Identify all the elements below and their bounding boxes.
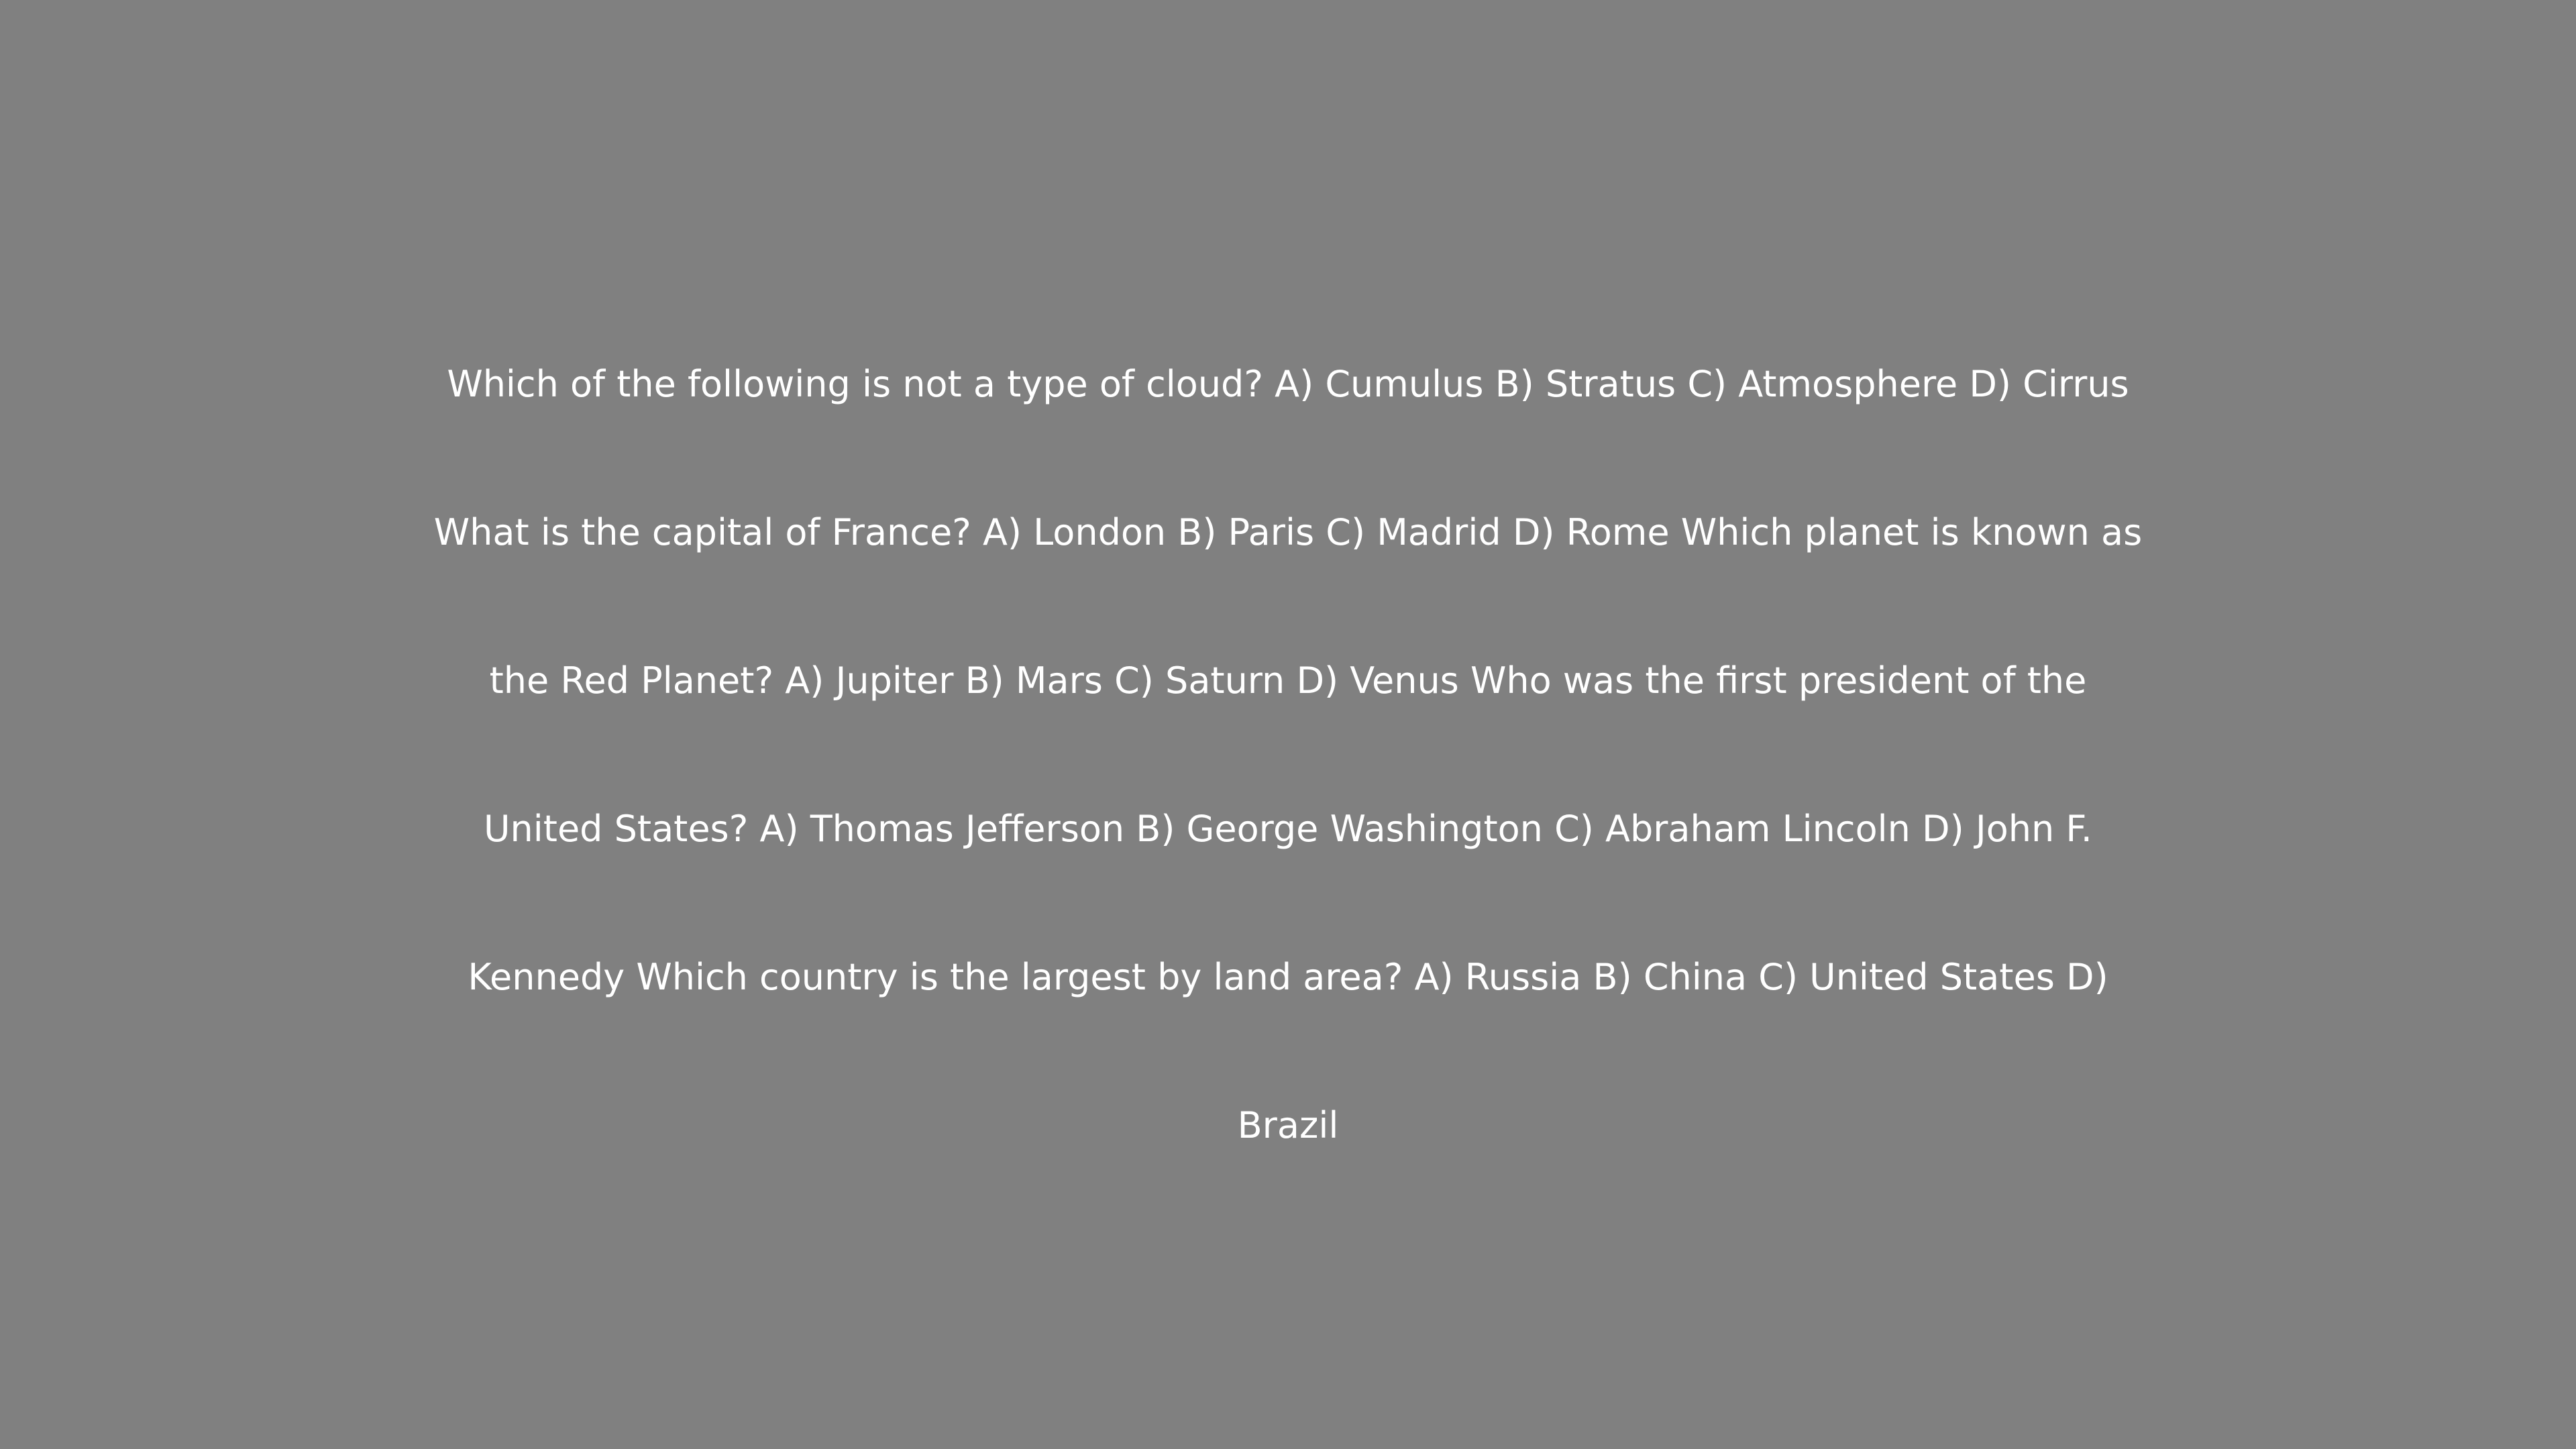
- quiz-text-line: Which of the following is not a type of …: [447, 363, 2129, 405]
- quiz-text-line: Brazil: [1237, 1104, 1339, 1146]
- quiz-text-line: United States? A) Thomas Jefferson B) Ge…: [484, 808, 2092, 850]
- quiz-text-block: Which of the following is not a type of …: [0, 310, 2576, 1199]
- quiz-text-line: Kennedy Which country is the largest by …: [468, 956, 2108, 998]
- quiz-text-line: What is the capital of France? A) London…: [433, 511, 2143, 553]
- quiz-text-line: the Red Planet? A) Jupiter B) Mars C) Sa…: [489, 659, 2087, 702]
